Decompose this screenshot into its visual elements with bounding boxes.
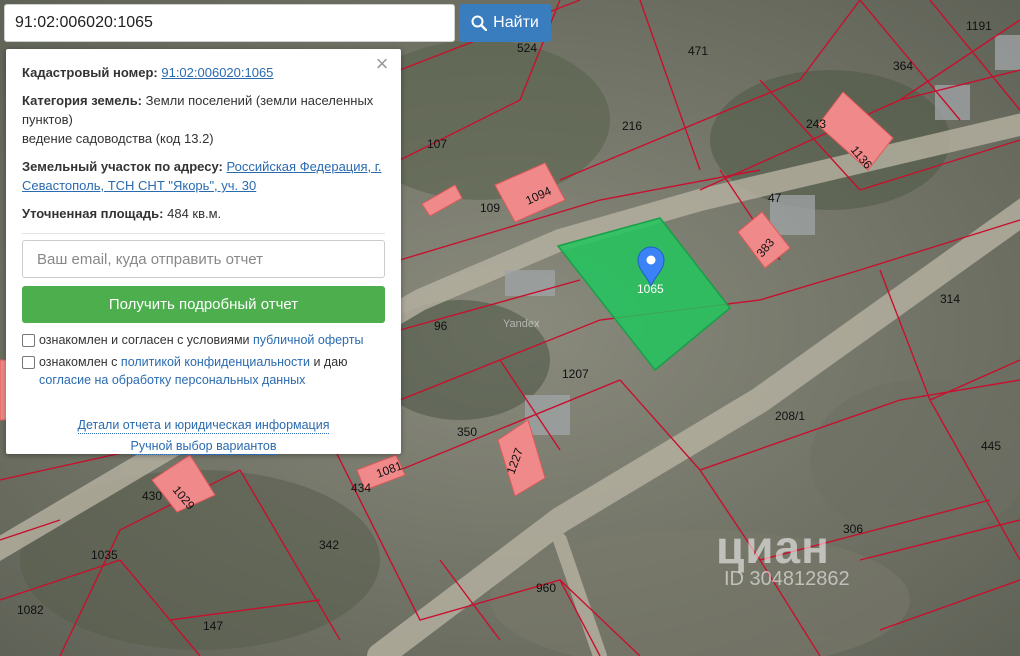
parcel-label: 1035	[91, 548, 118, 562]
area-row: Уточненная площадь: 484 кв.м.	[22, 204, 385, 223]
watermark-brand: циан	[716, 521, 830, 573]
parcel-label: 147	[203, 619, 223, 633]
privacy-consent-text-b: и даю	[313, 355, 348, 369]
cadastral-label: Кадастровый номер:	[22, 65, 158, 80]
address-row: Земельный участок по адресу: Российская …	[22, 157, 385, 195]
parcel-label: 243	[806, 117, 826, 131]
parcel-label: 342	[319, 538, 339, 552]
parcel-label: 1082	[17, 603, 44, 617]
parcel-label: 364	[893, 59, 913, 73]
parcel-label: 471	[688, 44, 708, 58]
parcel-label: 524	[517, 41, 537, 55]
parcel-label: 350	[457, 425, 477, 439]
parcel-label: 216	[622, 119, 642, 133]
watermark-id: ID 304812862	[724, 568, 850, 590]
parcel-label: 96	[434, 319, 448, 333]
parcel-label: 208/1	[775, 409, 805, 423]
address-label: Земельный участок по адресу:	[22, 159, 223, 174]
category-row: Категория земель: Земли поселений (земли…	[22, 91, 385, 148]
parcel-label: 960	[536, 581, 556, 595]
search-button[interactable]: Найти	[459, 4, 551, 42]
parcel-label: 107	[427, 137, 447, 151]
offer-checkbox[interactable]	[22, 334, 35, 347]
close-icon[interactable]: ×	[373, 53, 391, 75]
category-label: Категория земель:	[22, 93, 143, 108]
parcel-label: 47	[768, 191, 782, 205]
get-report-button[interactable]: Получить подробный отчет	[22, 286, 385, 323]
category-purpose: ведение садоводства (код 13.2)	[22, 131, 214, 146]
parcel-label: 445	[981, 439, 1001, 453]
manual-selection-link[interactable]: Ручной выбор вариантов	[130, 438, 277, 455]
email-field[interactable]	[22, 240, 385, 278]
parcel-label: 434	[351, 481, 371, 495]
parcel-label: 109	[480, 201, 500, 215]
map-provider-label: Yandex	[503, 318, 540, 330]
report-details-link[interactable]: Детали отчета и юридическая информация	[77, 417, 330, 434]
cadastral-row: Кадастровый номер: 91:02:006020:1065	[22, 63, 385, 82]
personal-data-consent-link[interactable]: согласие на обработку персональных данны…	[39, 373, 305, 387]
offer-consent: ознакомлен и согласен с условиями публич…	[22, 331, 385, 349]
public-offer-link[interactable]: публичной оферты	[253, 333, 363, 347]
parcel-label: 1207	[562, 367, 589, 381]
privacy-policy-link[interactable]: политикой конфиденциальности	[121, 355, 310, 369]
divider	[22, 233, 385, 234]
parcel-label: 1191	[966, 19, 992, 33]
search-button-label: Найти	[493, 14, 539, 31]
selected-parcel-label: 1065	[637, 282, 664, 296]
parcel-label: 314	[940, 292, 960, 306]
search-box	[4, 4, 455, 42]
search-input[interactable]	[5, 5, 454, 41]
privacy-consent-text-a: ознакомлен с	[39, 355, 118, 369]
area-label: Уточненная площадь:	[22, 206, 164, 221]
offer-consent-text: ознакомлен и согласен с условиями	[39, 333, 250, 347]
parcel-label: 430	[142, 489, 162, 503]
parcel-info-panel: × Кадастровый номер: 91:02:006020:1065 К…	[6, 49, 401, 455]
area-value: 484 кв.м.	[167, 206, 222, 221]
search-icon	[471, 15, 488, 31]
privacy-consent: ознакомлен с политикой конфиденциальност…	[22, 353, 385, 389]
watermark: циан ID 304812862	[716, 520, 850, 591]
privacy-checkbox[interactable]	[22, 356, 35, 369]
cadastral-link[interactable]: 91:02:006020:1065	[161, 65, 273, 80]
